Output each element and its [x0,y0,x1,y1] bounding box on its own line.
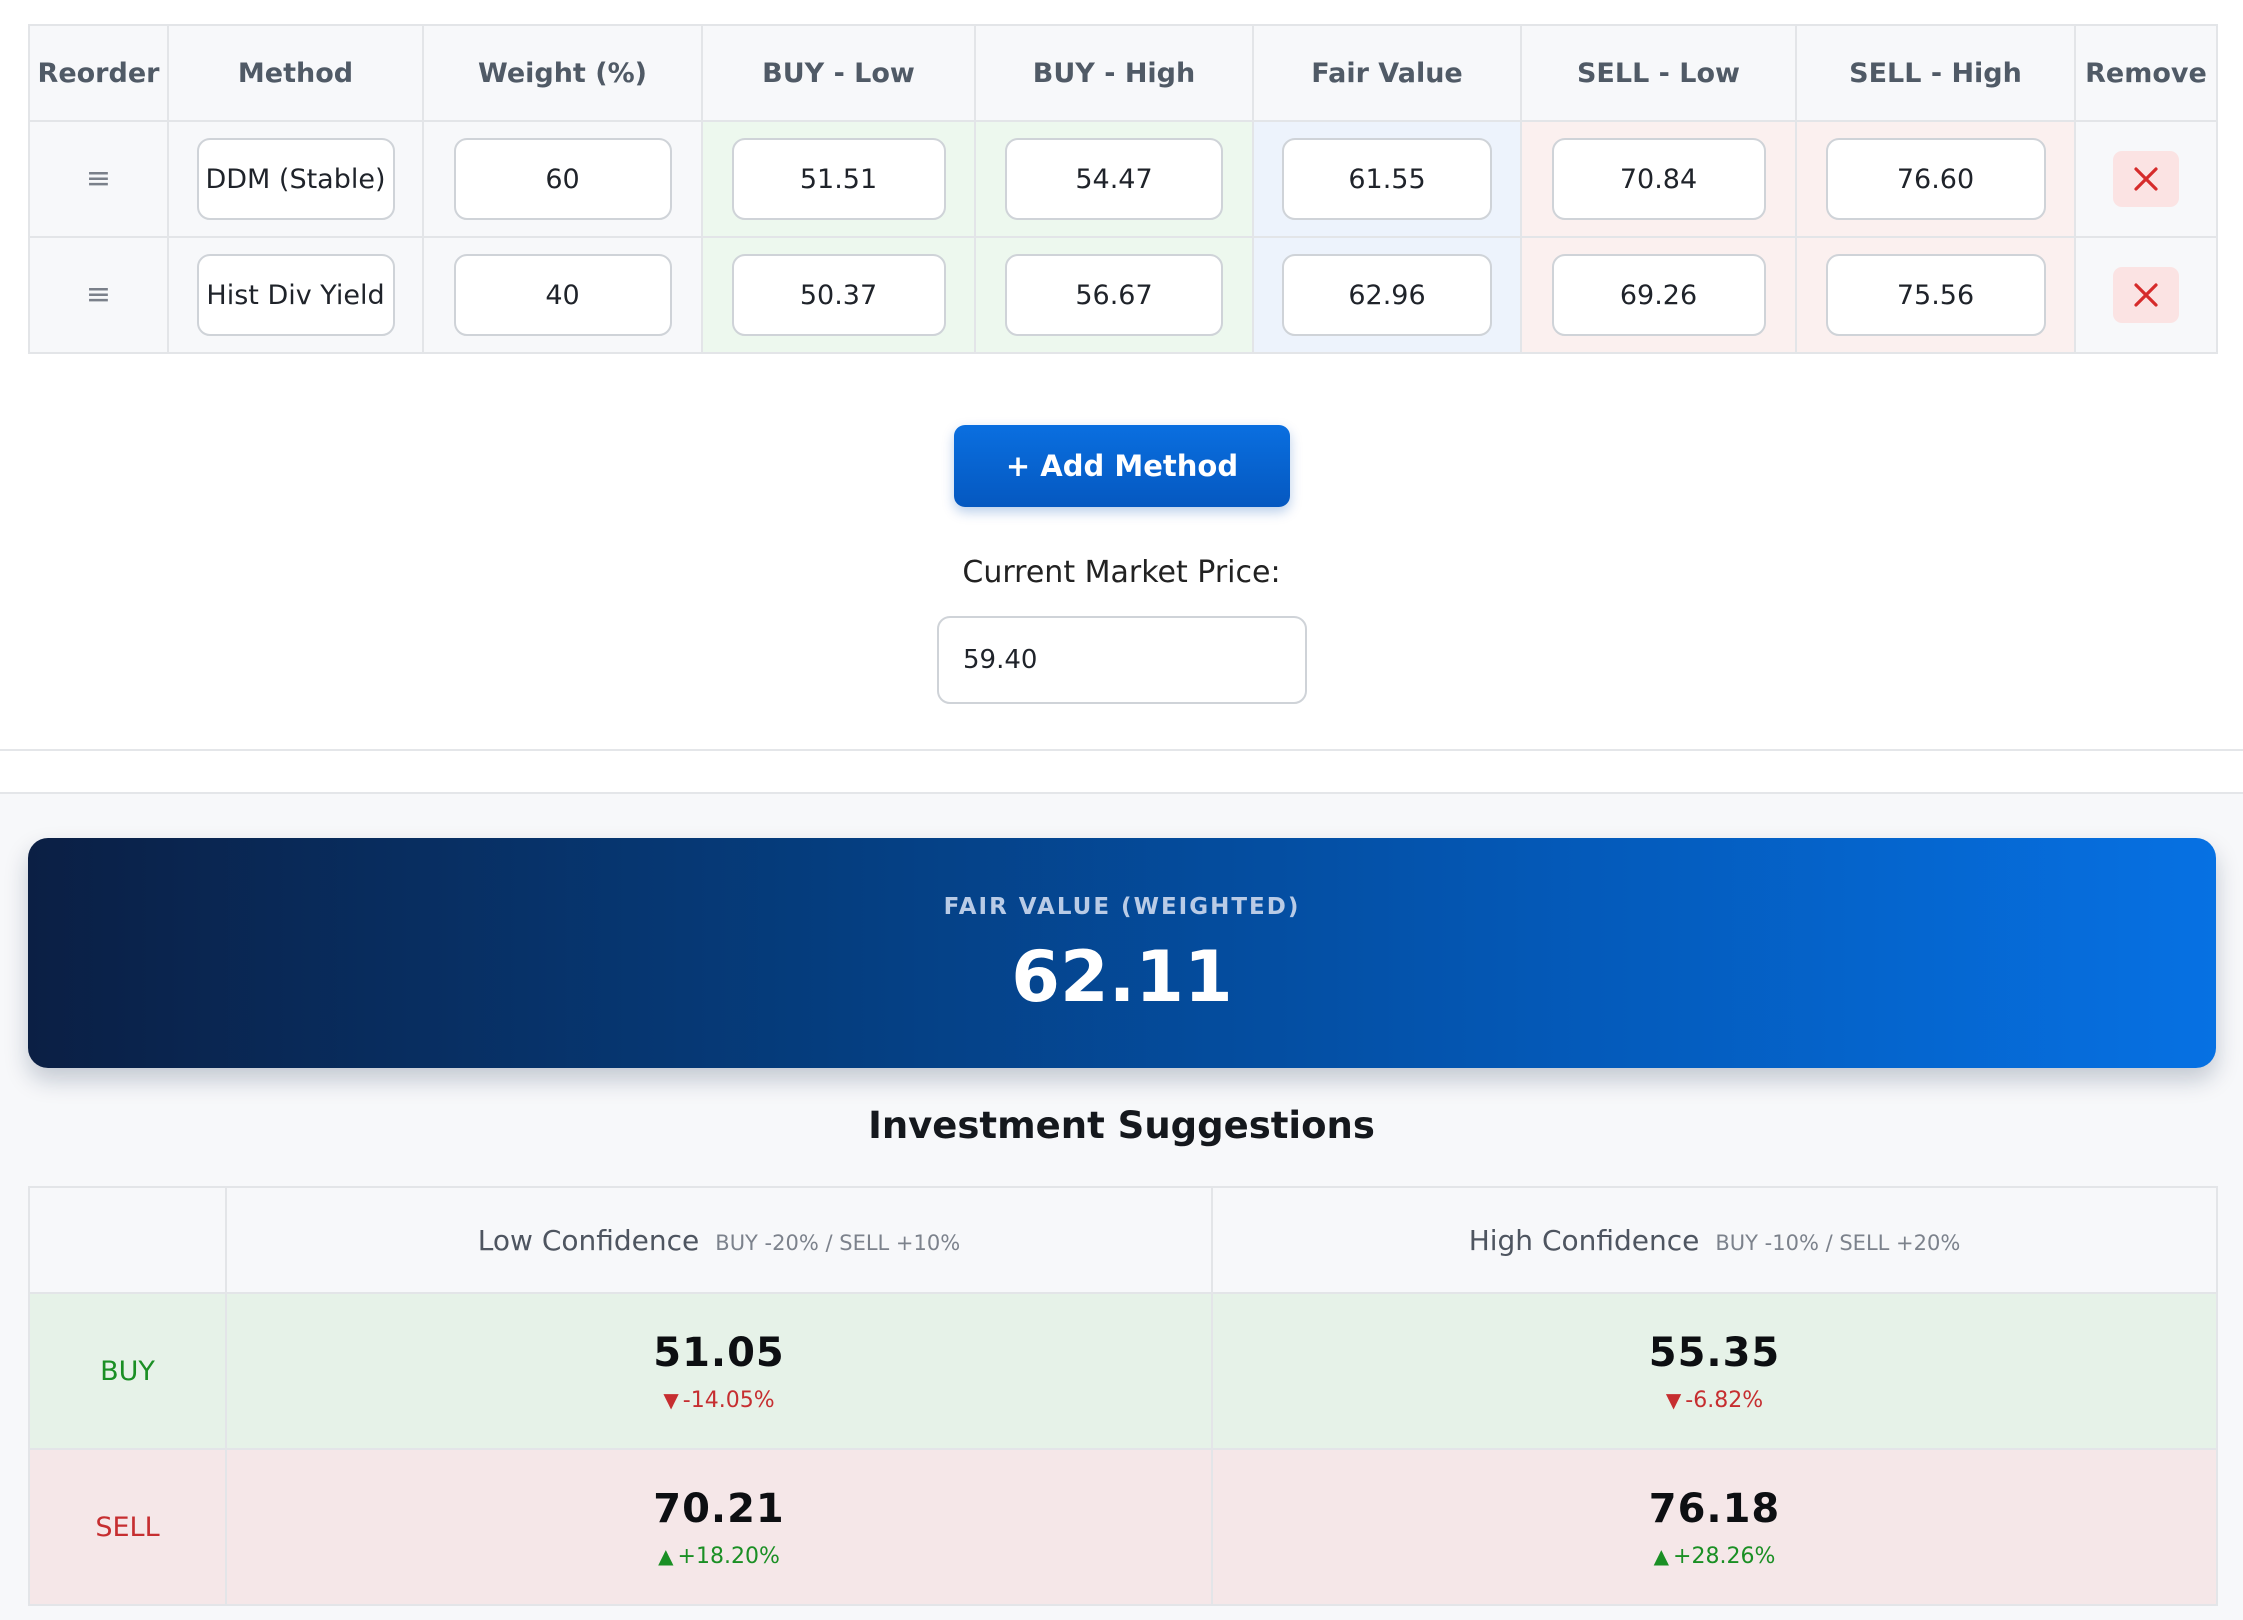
reorder-cell: ≡ [28,236,169,354]
header-sell-low: SELL - Low [1520,24,1797,122]
high-confidence-label: High Confidence [1468,1223,1700,1257]
sell-low-change-text: +18.20% [677,1543,780,1569]
buy-row-label-cell: BUY [28,1292,227,1450]
sell-low-value: 70.21 [653,1485,785,1532]
up-arrow-icon: ▲ [658,1543,674,1568]
buy-high-input[interactable] [1005,138,1223,220]
fair-value-number: 62.11 [1011,936,1233,1018]
header-reorder: Reorder [28,24,169,122]
header-sell-high: SELL - High [1795,24,2076,122]
sell-low-change: ▲ +18.20% [227,1544,1211,1569]
market-price-input[interactable] [937,616,1307,704]
reorder-cell: ≡ [28,120,169,238]
low-confidence-label: Low Confidence [477,1223,700,1257]
sell-row: SELL 70.21 ▲ +18.20% 76.18 ▲ +28.26% [28,1448,2218,1606]
header-buy-low: BUY - Low [701,24,976,122]
market-price-label: Current Market Price: [962,555,1281,590]
buy-low-cell [701,120,976,238]
sell-row-label-cell: SELL [28,1448,227,1606]
sell-low-input[interactable] [1551,138,1766,220]
fair-value-cell [1252,236,1522,354]
sell-low-suggestion: 70.21 ▲ +18.20% [225,1448,1213,1606]
fair-value-input[interactable] [1282,254,1492,336]
fair-value-banner: FAIR VALUE (WEIGHTED) 62.11 [28,838,2216,1068]
weight-input[interactable] [453,254,672,336]
header-remove: Remove [2074,24,2218,122]
sell-high-cell [1795,236,2076,354]
header-fair-value: Fair Value [1252,24,1522,122]
remove-row-button[interactable] [2113,151,2179,207]
buy-low-suggestion: 51.05 ▼ -14.05% [225,1292,1213,1450]
weight-cell [422,120,703,238]
sell-high-value: 76.18 [1648,1485,1781,1532]
drag-handle-icon[interactable]: ≡ [86,164,111,194]
sell-high-input[interactable] [1825,254,2046,336]
sell-high-change: ▲ +28.26% [1213,1544,2216,1569]
section-divider [0,749,2243,751]
buy-row: BUY 51.05 ▼ -14.05% 55.35 ▼ -6.82% [28,1292,2218,1450]
method-cell [167,236,424,354]
weight-input[interactable] [453,138,672,220]
method-name-input[interactable] [196,254,395,336]
suggestions-header-row: Low Confidence BUY -20% / SELL +10% High … [28,1186,2218,1294]
buy-low-cell [701,236,976,354]
buy-high-suggestion: 55.35 ▼ -6.82% [1211,1292,2218,1450]
buy-low-change: ▼ -14.05% [227,1388,1211,1413]
remove-row-button[interactable] [2113,267,2179,323]
sell-low-cell [1520,236,1797,354]
buy-low-change-text: -14.05% [682,1387,775,1413]
buy-high-cell [974,120,1254,238]
header-weight: Weight (%) [422,24,703,122]
remove-cell [2074,120,2218,238]
suggestions-title: Investment Suggestions [868,1104,1375,1147]
method-name-input[interactable] [196,138,395,220]
fair-value-label: FAIR VALUE (WEIGHTED) [943,894,1301,920]
buy-label: BUY [100,1355,155,1387]
header-high-confidence: High Confidence BUY -10% / SELL +20% [1211,1186,2218,1294]
fair-value-input[interactable] [1282,138,1492,220]
buy-high-cell [974,236,1254,354]
header-empty [28,1186,227,1294]
suggestions-table: Low Confidence BUY -20% / SELL +10% High … [28,1186,2218,1606]
methods-table: Reorder Method Weight (%) BUY - Low BUY … [28,24,2218,354]
buy-low-input[interactable] [731,254,946,336]
down-arrow-icon: ▼ [1665,1387,1682,1412]
buy-high-input[interactable] [1005,254,1223,336]
buy-high-change-text: -6.82% [1685,1387,1764,1413]
table-row: ≡ [28,120,2218,238]
up-arrow-icon: ▲ [1653,1543,1670,1568]
sell-label: SELL [95,1511,160,1543]
sell-low-cell [1520,120,1797,238]
close-icon [2134,283,2158,307]
header-buy-high: BUY - High [974,24,1254,122]
method-cell [167,120,424,238]
sell-high-cell [1795,120,2076,238]
buy-high-change: ▼ -6.82% [1213,1388,2216,1413]
weight-cell [422,236,703,354]
header-low-confidence: Low Confidence BUY -20% / SELL +10% [225,1186,1213,1294]
remove-cell [2074,236,2218,354]
sell-high-change-text: +28.26% [1673,1543,1776,1569]
table-row: ≡ [28,236,2218,354]
methods-header-row: Reorder Method Weight (%) BUY - Low BUY … [28,24,2218,122]
fair-value-cell [1252,120,1522,238]
buy-high-value: 55.35 [1648,1329,1781,1376]
sell-high-suggestion: 76.18 ▲ +28.26% [1211,1448,2218,1606]
low-confidence-sub: BUY -20% / SELL +10% [715,1230,961,1255]
buy-low-input[interactable] [731,138,946,220]
down-arrow-icon: ▼ [663,1387,679,1412]
header-method: Method [167,24,424,122]
close-icon [2134,167,2158,191]
buy-low-value: 51.05 [653,1329,785,1376]
high-confidence-sub: BUY -10% / SELL +20% [1715,1230,1961,1255]
sell-high-input[interactable] [1825,138,2046,220]
sell-low-input[interactable] [1551,254,1766,336]
add-method-button[interactable]: + Add Method [954,425,1290,507]
methods-table-container: Reorder Method Weight (%) BUY - Low BUY … [28,24,2218,354]
drag-handle-icon[interactable]: ≡ [86,280,111,310]
